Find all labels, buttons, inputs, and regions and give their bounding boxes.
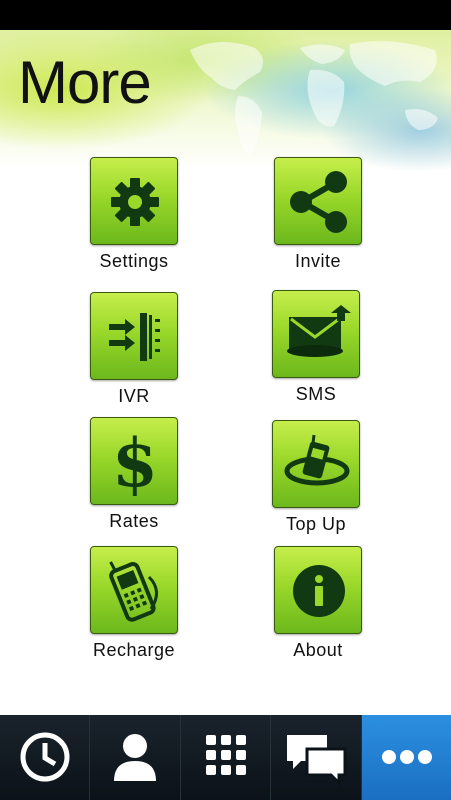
- ivr-tile[interactable]: IVR: [64, 292, 204, 407]
- chat-bubbles-icon: [287, 735, 347, 787]
- sms-label: SMS: [295, 384, 337, 404]
- rates-button[interactable]: $: [90, 417, 178, 505]
- about-label: About: [293, 640, 343, 660]
- about-button[interactable]: [274, 546, 362, 634]
- rates-label: Rates: [109, 511, 159, 531]
- recharge-tile[interactable]: Recharge: [64, 546, 204, 661]
- ivr-button[interactable]: [90, 292, 178, 380]
- sms-button[interactable]: [272, 290, 360, 378]
- settings-button[interactable]: [90, 157, 178, 245]
- sms-tile[interactable]: SMS: [246, 290, 386, 405]
- tab-recents[interactable]: [0, 715, 91, 800]
- sms-envelope-icon: [287, 305, 351, 357]
- tab-messages[interactable]: [271, 715, 362, 800]
- tab-dialpad[interactable]: [180, 715, 272, 800]
- topup-tile[interactable]: Top Up: [246, 420, 386, 535]
- about-tile[interactable]: About: [248, 546, 388, 661]
- recharge-phone-icon: [109, 561, 158, 622]
- dialpad-icon: [205, 735, 246, 775]
- topup-button[interactable]: [272, 420, 360, 508]
- menu-grid: Settings Invite IVR SMS $ Rates Top Up R…: [0, 0, 451, 715]
- share-icon: [290, 171, 347, 233]
- tab-contacts[interactable]: [90, 715, 181, 800]
- info-icon: [293, 565, 345, 617]
- gear-icon: [111, 178, 159, 226]
- recharge-label: Recharge: [92, 640, 176, 660]
- rates-tile[interactable]: $ Rates: [64, 417, 204, 532]
- tab-more[interactable]: [361, 715, 451, 800]
- recharge-button[interactable]: [90, 546, 178, 634]
- invite-label: Invite: [294, 251, 342, 271]
- invite-tile[interactable]: Invite: [248, 157, 388, 272]
- clock-icon: [20, 732, 70, 782]
- ivr-icon: [109, 313, 160, 361]
- more-dots-icon: [381, 750, 432, 764]
- svg-text:$: $: [112, 424, 158, 502]
- topup-phone-icon: [284, 434, 350, 486]
- contact-icon: [114, 734, 157, 781]
- invite-button[interactable]: [274, 157, 362, 245]
- topup-label: Top Up: [285, 514, 347, 534]
- settings-label: Settings: [99, 251, 169, 271]
- ivr-label: IVR: [118, 386, 150, 406]
- settings-tile[interactable]: Settings: [64, 157, 204, 272]
- bottom-tab-bar: [0, 715, 451, 800]
- dollar-icon: $: [112, 424, 158, 502]
